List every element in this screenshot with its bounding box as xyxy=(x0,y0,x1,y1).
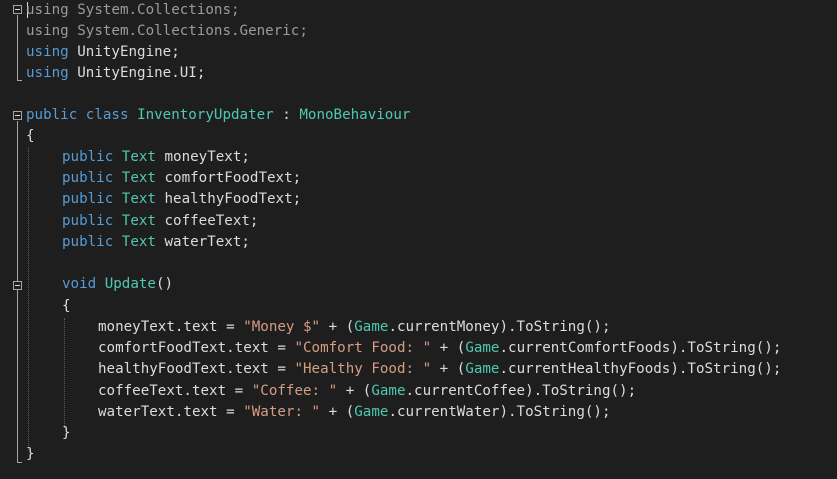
namespace-name: UnityEngine.UI; xyxy=(77,65,206,81)
assign-target: healthyFoodText.text = xyxy=(98,361,295,377)
code-line-10[interactable]: public Text healthyFoodText; xyxy=(62,189,301,210)
keyword-public: public xyxy=(62,149,114,165)
keyword-using: using xyxy=(26,44,69,60)
keyword-using: using xyxy=(26,65,69,81)
open-brace: { xyxy=(26,128,35,144)
string-literal: "Coffee: " xyxy=(251,383,338,399)
member-access: .currentWater).ToString(); xyxy=(388,404,611,420)
code-line-14[interactable]: void Update() xyxy=(62,274,173,295)
code-line-19[interactable]: coffeeText.text = "Coffee: " + (Game.cur… xyxy=(98,381,636,402)
code-line-12[interactable]: public Text waterText; xyxy=(62,232,250,253)
namespace-name: System.Collections; xyxy=(77,2,240,18)
close-brace: } xyxy=(62,425,71,441)
code-line-15[interactable]: { xyxy=(62,296,71,317)
collapse-using-block-icon[interactable] xyxy=(13,5,22,14)
keyword-using: using xyxy=(26,2,69,18)
code-line-11[interactable]: public Text coffeeText; xyxy=(62,211,258,232)
field-name: coffeeText; xyxy=(164,213,259,229)
keyword-using: using xyxy=(26,23,69,39)
type-text: Text xyxy=(121,170,156,186)
string-literal: "Money $" xyxy=(243,319,321,335)
concat-operator: + ( xyxy=(320,319,355,335)
string-literal: "Healthy Food: " xyxy=(294,361,432,377)
method-name: Update xyxy=(104,276,156,292)
code-line-9[interactable]: public Text comfortFoodText; xyxy=(62,168,301,189)
concat-operator: + ( xyxy=(431,340,466,356)
outline-bar-class xyxy=(17,121,18,463)
string-literal: "Water: " xyxy=(243,404,321,420)
code-line-16[interactable]: moneyText.text = "Money $" + (Game.curre… xyxy=(98,317,611,338)
field-name: comfortFoodText; xyxy=(164,170,302,186)
concat-operator: + ( xyxy=(431,361,466,377)
field-name: healthyFoodText; xyxy=(164,191,302,207)
type-game: Game xyxy=(354,404,389,420)
inherit-colon: : xyxy=(282,107,291,123)
type-text: Text xyxy=(121,213,156,229)
type-game: Game xyxy=(354,319,389,335)
code-line-21[interactable]: } xyxy=(62,423,71,444)
keyword-public: public xyxy=(26,107,78,123)
concat-operator: + ( xyxy=(320,404,355,420)
code-line-1[interactable]: using System.Collections; xyxy=(26,0,240,21)
keyword-public: public xyxy=(62,191,114,207)
outline-end-class xyxy=(17,462,22,463)
assign-target: comfortFoodText.text = xyxy=(98,340,295,356)
field-name: waterText; xyxy=(164,234,250,250)
collapse-class-block-icon[interactable] xyxy=(13,111,22,120)
type-text: Text xyxy=(121,149,156,165)
indent-guide-method xyxy=(64,318,65,428)
collapse-method-block-icon[interactable] xyxy=(13,281,22,290)
code-line-17[interactable]: comfortFoodText.text = "Comfort Food: " … xyxy=(98,338,781,359)
concat-operator: + ( xyxy=(337,383,372,399)
outline-bar-using xyxy=(17,15,18,81)
code-line-3[interactable]: using UnityEngine; xyxy=(26,42,180,63)
namespace-name: System.Collections.Generic; xyxy=(77,23,308,39)
type-game: Game xyxy=(465,361,500,377)
keyword-void: void xyxy=(62,276,97,292)
outline-end-using xyxy=(17,80,22,81)
code-line-2[interactable]: using System.Collections.Generic; xyxy=(26,21,308,42)
method-parens: () xyxy=(155,276,174,292)
member-access: .currentComfortFoods).ToString(); xyxy=(499,340,782,356)
type-text: Text xyxy=(121,191,156,207)
keyword-class: class xyxy=(85,107,129,123)
type-game: Game xyxy=(371,383,406,399)
indent-guide-class xyxy=(28,147,29,450)
code-editor[interactable]: using System.Collections; using System.C… xyxy=(0,0,837,479)
code-line-18[interactable]: healthyFoodText.text = "Healthy Food: " … xyxy=(98,359,781,380)
assign-target: coffeeText.text = xyxy=(98,383,252,399)
open-brace: { xyxy=(62,298,71,314)
member-access: .currentCoffee).ToString(); xyxy=(405,383,637,399)
type-game: Game xyxy=(465,340,500,356)
keyword-public: public xyxy=(62,213,114,229)
code-line-8[interactable]: public Text moneyText; xyxy=(62,147,250,168)
code-line-7[interactable]: { xyxy=(26,126,35,147)
close-brace: } xyxy=(26,446,35,462)
keyword-public: public xyxy=(62,170,114,186)
member-access: .currentHealthyFoods).ToString(); xyxy=(499,361,782,377)
keyword-public: public xyxy=(62,234,114,250)
assign-target: moneyText.text = xyxy=(98,319,244,335)
code-line-4[interactable]: using UnityEngine.UI; xyxy=(26,63,205,84)
field-name: moneyText; xyxy=(164,149,250,165)
string-literal: "Comfort Food: " xyxy=(294,340,432,356)
class-name: InventoryUpdater xyxy=(137,107,274,123)
member-access: .currentMoney).ToString(); xyxy=(388,319,611,335)
code-line-6[interactable]: public class InventoryUpdater : MonoBeha… xyxy=(26,105,410,126)
code-line-22[interactable]: } xyxy=(26,444,35,465)
type-text: Text xyxy=(121,234,156,250)
code-line-20[interactable]: waterText.text = "Water: " + (Game.curre… xyxy=(98,402,611,423)
base-class-name: MonoBehaviour xyxy=(299,107,411,123)
namespace-name: UnityEngine; xyxy=(77,44,180,60)
assign-target: waterText.text = xyxy=(98,404,244,420)
